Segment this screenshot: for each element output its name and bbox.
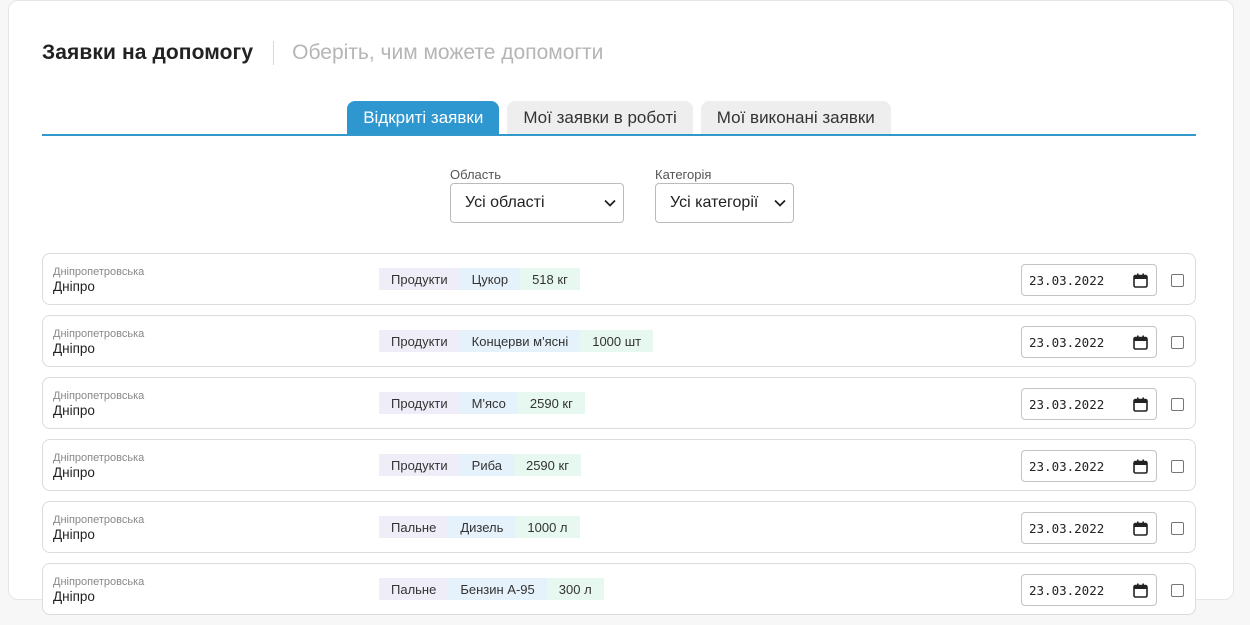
request-tags: Продукти Риба 2590 кг xyxy=(379,454,581,476)
calendar-icon[interactable] xyxy=(1132,520,1148,536)
category-select-value: Усі категорії xyxy=(670,194,759,211)
request-row: Дніпропетровська Дніпро Продукти Концерв… xyxy=(42,315,1196,367)
request-tags: Пальне Бензин А-95 300 л xyxy=(379,578,604,600)
date-value: 23.03.2022 xyxy=(1029,458,1105,474)
date-input[interactable]: 23.03.2022 xyxy=(1021,450,1157,482)
category-tag: Продукти xyxy=(379,268,460,290)
request-location: Дніпропетровська Дніпро xyxy=(53,267,144,294)
tab-open-requests[interactable]: Відкриті заявки xyxy=(347,101,500,134)
request-tags: Пальне Дизель 1000 л xyxy=(379,516,580,538)
request-row: Дніпропетровська Дніпро Продукти Цукор 5… xyxy=(42,253,1196,305)
page-title: Заявки на допомогу xyxy=(42,41,254,64)
category-tag: Продукти xyxy=(379,392,460,414)
item-tag: Концерви м'ясні xyxy=(459,330,581,352)
category-filter: Категорія Усі категорії xyxy=(655,167,794,223)
item-tag: Бензин А-95 xyxy=(448,578,547,600)
request-tags: Продукти Цукор 518 кг xyxy=(379,268,580,290)
request-location: Дніпропетровська Дніпро xyxy=(53,453,144,480)
request-checkbox[interactable] xyxy=(1171,460,1184,473)
request-region: Дніпропетровська xyxy=(53,390,145,402)
request-list: Дніпропетровська Дніпро Продукти Цукор 5… xyxy=(42,253,1196,625)
request-tags: Продукти Концерви м'ясні 1000 шт xyxy=(379,330,654,352)
date-input[interactable]: 23.03.2022 xyxy=(1021,574,1157,606)
request-row: Дніпропетровська Дніпро Пальне Бензин А-… xyxy=(42,563,1196,615)
category-tag: Продукти xyxy=(379,454,460,476)
request-checkbox[interactable] xyxy=(1171,584,1184,597)
tab-my-completed-requests[interactable]: Мої виконані заявки xyxy=(700,101,891,134)
request-location: Дніпропетровська Дніпро xyxy=(53,329,144,356)
request-region: Дніпропетровська xyxy=(53,514,145,526)
header-divider xyxy=(273,41,275,65)
date-input[interactable]: 23.03.2022 xyxy=(1021,512,1157,544)
amount-tag: 2590 кг xyxy=(513,454,581,476)
request-city: Дніпро xyxy=(53,341,95,356)
chevron-down-icon xyxy=(773,196,787,210)
date-value: 23.03.2022 xyxy=(1029,272,1105,288)
amount-tag: 1000 л xyxy=(515,516,580,538)
request-location: Дніпропетровська Дніпро xyxy=(53,391,144,418)
date-input[interactable]: 23.03.2022 xyxy=(1021,326,1157,358)
request-row: Дніпропетровська Дніпро Пальне Дизель 10… xyxy=(42,501,1196,553)
request-region: Дніпропетровська xyxy=(53,452,145,464)
request-checkbox[interactable] xyxy=(1171,398,1184,411)
request-checkbox[interactable] xyxy=(1171,522,1184,535)
date-value: 23.03.2022 xyxy=(1029,396,1105,412)
request-checkbox[interactable] xyxy=(1171,274,1184,287)
request-region: Дніпропетровська xyxy=(53,328,145,340)
region-filter: Область Усі області xyxy=(450,167,624,223)
calendar-icon[interactable] xyxy=(1132,272,1148,288)
main-card: Заявки на допомогу Оберіть, чим можете д… xyxy=(8,0,1235,615)
amount-tag: 2590 кг xyxy=(517,392,585,414)
item-tag: Цукор xyxy=(459,268,521,290)
category-tag: Пальне xyxy=(379,578,449,600)
category-tag: Пальне xyxy=(379,516,449,538)
page-subtitle: Оберіть, чим можете допомогти xyxy=(292,41,604,64)
date-value: 23.03.2022 xyxy=(1029,582,1105,598)
region-select[interactable]: Усі області xyxy=(450,183,624,223)
request-row: Дніпропетровська Дніпро Продукти М'ясо 2… xyxy=(42,377,1196,429)
region-filter-label: Область xyxy=(450,167,502,182)
request-city: Дніпро xyxy=(53,589,95,604)
calendar-icon[interactable] xyxy=(1132,334,1148,350)
page-header: Заявки на допомогу Оберіть, чим можете д… xyxy=(42,38,603,68)
category-select[interactable]: Усі категорії xyxy=(655,183,794,223)
category-filter-label: Категорія xyxy=(655,167,712,182)
date-input[interactable]: 23.03.2022 xyxy=(1021,388,1157,420)
request-region: Дніпропетровська xyxy=(53,266,145,278)
request-tags: Продукти М'ясо 2590 кг xyxy=(379,392,585,414)
calendar-icon[interactable] xyxy=(1132,582,1148,598)
request-city: Дніпро xyxy=(53,279,95,294)
request-city: Дніпро xyxy=(53,527,95,542)
date-value: 23.03.2022 xyxy=(1029,334,1105,350)
amount-tag: 300 л xyxy=(546,578,604,600)
amount-tag: 518 кг xyxy=(520,268,580,290)
region-select-value: Усі області xyxy=(465,194,545,211)
calendar-icon[interactable] xyxy=(1132,396,1148,412)
item-tag: Риба xyxy=(459,454,514,476)
date-value: 23.03.2022 xyxy=(1029,520,1105,536)
calendar-icon[interactable] xyxy=(1132,458,1148,474)
filters: Область Усі області Категорія Усі катего… xyxy=(9,167,1235,223)
request-location: Дніпропетровська Дніпро xyxy=(53,577,144,604)
chevron-down-icon xyxy=(603,196,617,210)
request-city: Дніпро xyxy=(53,403,95,418)
request-row: Дніпропетровська Дніпро Продукти Риба 25… xyxy=(42,439,1196,491)
amount-tag: 1000 шт xyxy=(580,330,654,352)
item-tag: Дизель xyxy=(448,516,516,538)
request-region: Дніпропетровська xyxy=(53,576,145,588)
request-city: Дніпро xyxy=(53,465,95,480)
tab-bar: Відкриті заявки Мої заявки в роботі Мої … xyxy=(42,101,1196,136)
tab-my-requests-in-progress[interactable]: Мої заявки в роботі xyxy=(507,101,693,134)
item-tag: М'ясо xyxy=(459,392,518,414)
category-tag: Продукти xyxy=(379,330,460,352)
request-checkbox[interactable] xyxy=(1171,336,1184,349)
date-input[interactable]: 23.03.2022 xyxy=(1021,264,1157,296)
request-location: Дніпропетровська Дніпро xyxy=(53,515,144,542)
